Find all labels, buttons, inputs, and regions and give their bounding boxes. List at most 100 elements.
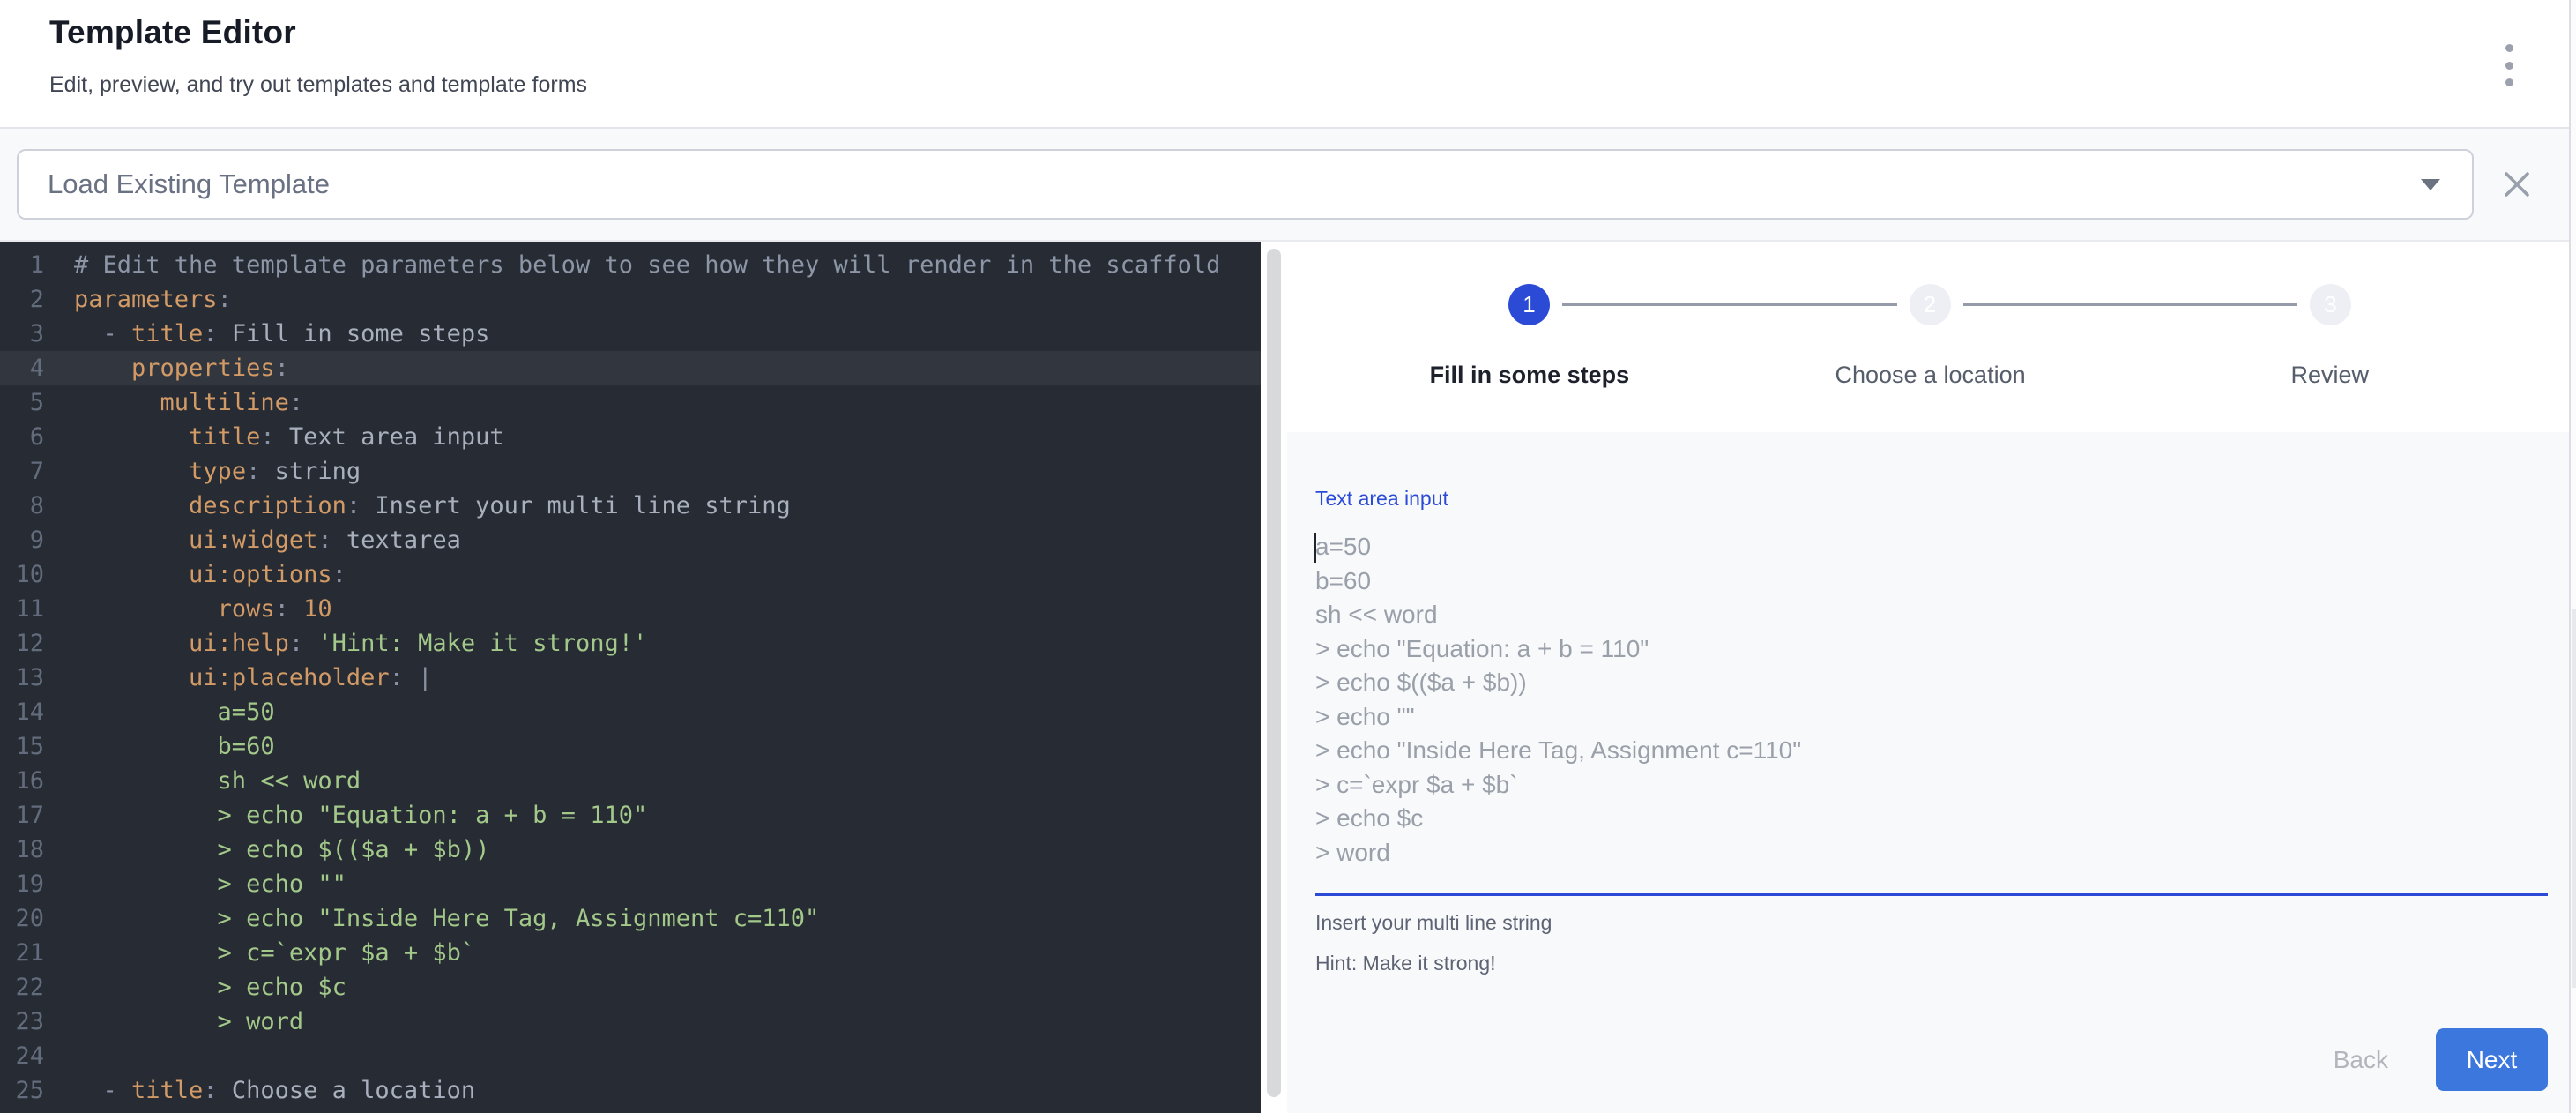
editor-line[interactable]: 3 - title: Fill in some steps xyxy=(0,317,1261,351)
editor-line[interactable]: 5 multiline: xyxy=(0,385,1261,420)
code-text: properties: xyxy=(44,351,1261,385)
code-text: a=50 xyxy=(44,695,1261,729)
preview-panel: 1 2 3 Fill in some steps Choose a location R… xyxy=(1287,242,2576,1113)
editor-line[interactable]: 18 > echo $(($a + $b)) xyxy=(0,833,1261,867)
editor-line[interactable]: 19 > echo "" xyxy=(0,867,1261,901)
code-text: - title: Choose a location xyxy=(44,1073,1261,1108)
step-label-3: Review xyxy=(2290,362,2369,389)
editor-line[interactable]: 16 sh << word xyxy=(0,764,1261,798)
kebab-menu-button[interactable] xyxy=(2491,42,2527,88)
select-placeholder: Load Existing Template xyxy=(48,168,2421,200)
editor-line[interactable]: 22 > echo $c xyxy=(0,970,1261,1005)
editor-line[interactable]: 10 ui:options: xyxy=(0,557,1261,592)
text-cursor xyxy=(1314,533,1316,563)
code-text: type: string xyxy=(44,454,1261,489)
textarea-input[interactable]: a=50b=60sh << word> echo "Equation: a + … xyxy=(1315,530,2548,896)
editor-line[interactable]: 8 description: Insert your multi line st… xyxy=(0,489,1261,523)
stepper-circles: 1 2 3 xyxy=(1287,284,2576,325)
editor-line[interactable]: 21 > c=`expr $a + $b` xyxy=(0,936,1261,970)
editor-line[interactable]: 25 - title: Choose a location xyxy=(0,1073,1261,1108)
editor-line[interactable]: 24 xyxy=(0,1039,1261,1073)
stepper: 1 2 3 Fill in some steps Choose a location R… xyxy=(1287,242,2576,432)
step-label-2: Choose a location xyxy=(1835,362,2025,389)
field-label: Text area input xyxy=(1315,487,2548,511)
editor-line[interactable]: 13 ui:placeholder: | xyxy=(0,661,1261,695)
code-text: ui:options: xyxy=(44,557,1261,592)
line-number: 25 xyxy=(0,1073,44,1108)
editor-line[interactable]: 12 ui:help: 'Hint: Make it strong!' xyxy=(0,626,1261,661)
code-text: ui:help: 'Hint: Make it strong!' xyxy=(44,626,1261,661)
code-text: ui:widget: textarea xyxy=(44,523,1261,557)
editor-line[interactable]: 11 rows: 10 xyxy=(0,592,1261,626)
line-number: 8 xyxy=(0,489,44,523)
editor-line[interactable]: 23 > word xyxy=(0,1005,1261,1039)
line-number: 19 xyxy=(0,867,44,901)
code-text xyxy=(44,1039,1261,1073)
step-label-1: Fill in some steps xyxy=(1430,362,1630,389)
code-text: # Edit the template parameters below to … xyxy=(44,248,1261,282)
textarea-placeholder-line: > echo $(($a + $b)) xyxy=(1315,666,2548,700)
code-text: - title: Fill in some steps xyxy=(44,317,1261,351)
page-title: Template Editor xyxy=(49,14,2576,51)
editor-line[interactable]: 7 type: string xyxy=(0,454,1261,489)
editor-line[interactable]: 17 > echo "Equation: a + b = 110" xyxy=(0,798,1261,833)
textarea-placeholder-line: > word xyxy=(1315,836,2548,870)
code-text: description: Insert your multi line stri… xyxy=(44,489,1261,523)
wizard-buttons: Back Next xyxy=(1315,1028,2548,1091)
field-help: Hint: Make it strong! xyxy=(1315,952,2548,975)
stepper-labels: Fill in some steps Choose a location Revie… xyxy=(1287,362,2576,397)
textarea-placeholder-line: > echo $c xyxy=(1315,802,2548,836)
line-number: 24 xyxy=(0,1039,44,1073)
editor-line[interactable]: 1# Edit the template parameters below to… xyxy=(0,248,1261,282)
step-connector xyxy=(1562,303,1897,306)
close-icon xyxy=(2502,169,2532,199)
step-circle-2[interactable]: 2 xyxy=(1910,284,1951,325)
page-subtitle: Edit, preview, and try out templates and… xyxy=(49,72,2576,98)
line-number: 20 xyxy=(0,901,44,936)
line-number: 21 xyxy=(0,936,44,970)
line-number: 14 xyxy=(0,695,44,729)
textarea-placeholder-line: > echo "Inside Here Tag, Assignment c=11… xyxy=(1315,734,2548,768)
editor-line[interactable]: 9 ui:widget: textarea xyxy=(0,523,1261,557)
editor-line[interactable]: 4 properties: xyxy=(0,351,1261,385)
step-circle-1[interactable]: 1 xyxy=(1508,284,1550,325)
line-number: 6 xyxy=(0,420,44,454)
template-editor-app: Template Editor Edit, preview, and try o… xyxy=(0,0,2576,1113)
line-number: 9 xyxy=(0,523,44,557)
line-number: 13 xyxy=(0,661,44,695)
load-template-select[interactable]: Load Existing Template xyxy=(17,149,2474,220)
line-number: 5 xyxy=(0,385,44,420)
page-scrollbar[interactable] xyxy=(2569,0,2576,1113)
page-scrollbar-thumb[interactable] xyxy=(2572,609,2576,988)
code-text: parameters: xyxy=(44,282,1261,317)
editor-line[interactable]: 6 title: Text area input xyxy=(0,420,1261,454)
editor-line[interactable]: 14 a=50 xyxy=(0,695,1261,729)
field-description: Insert your multi line string xyxy=(1315,911,2548,935)
code-text: multiline: xyxy=(44,385,1261,420)
main-content: 1 # Edit the template parameters below to… xyxy=(0,242,2576,1113)
code-text: > echo $(($a + $b)) xyxy=(44,833,1261,867)
chevron-down-icon xyxy=(2421,179,2440,190)
editor-line[interactable]: 2parameters: xyxy=(0,282,1261,317)
back-button[interactable]: Back xyxy=(2334,1046,2388,1074)
editor-line[interactable]: 15 b=60 xyxy=(0,729,1261,764)
code-text: > echo "" xyxy=(44,867,1261,901)
code-text: > echo "Inside Here Tag, Assignment c=11… xyxy=(44,901,1261,936)
line-number: 16 xyxy=(0,764,44,798)
editor-scrollbar-thumb[interactable] xyxy=(1267,249,1281,1097)
line-number: 10 xyxy=(0,557,44,592)
code-text: b=60 xyxy=(44,729,1261,764)
line-number: 18 xyxy=(0,833,44,867)
textarea-placeholder-line: sh << word xyxy=(1315,598,2548,632)
yaml-editor[interactable]: 1# Edit the template parameters below to… xyxy=(0,242,1261,1113)
clear-selection-button[interactable] xyxy=(2494,161,2540,207)
line-number: 22 xyxy=(0,970,44,1005)
line-number: 12 xyxy=(0,626,44,661)
line-number: 3 xyxy=(0,317,44,351)
kebab-dot-icon xyxy=(2505,44,2513,52)
textarea-placeholder-line: a=50 xyxy=(1315,530,2548,564)
step-circle-3[interactable]: 3 xyxy=(2310,284,2351,325)
next-button[interactable]: Next xyxy=(2436,1028,2548,1091)
editor-line[interactable]: 20 > echo "Inside Here Tag, Assignment c… xyxy=(0,901,1261,936)
editor-lines: 1# Edit the template parameters below to… xyxy=(0,248,1261,1108)
